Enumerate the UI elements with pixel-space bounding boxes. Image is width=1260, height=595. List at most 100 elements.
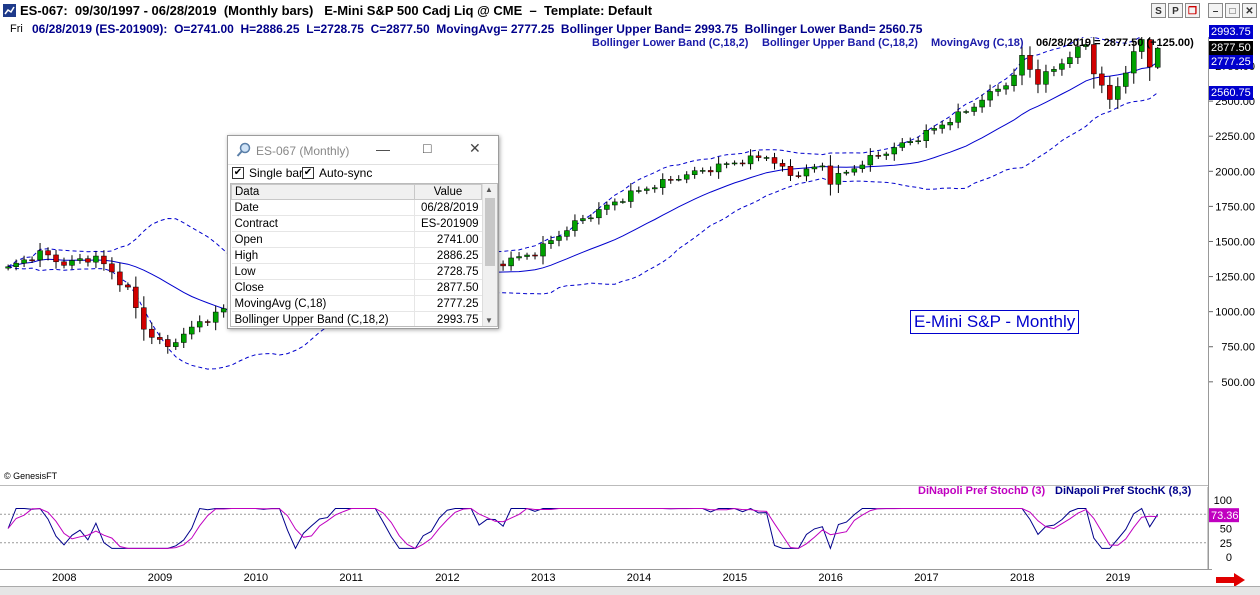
window-titlebar: ES-067: 09/30/1997 - 06/28/2019 (Monthly…	[0, 0, 1260, 23]
candle-body	[45, 250, 51, 256]
data-row[interactable]: Date 06/28/2019	[231, 199, 482, 216]
auto-sync-option[interactable]: ✔ Auto-sync	[302, 166, 372, 180]
stochastic-pane[interactable]: 100755025073.36	[0, 487, 1260, 569]
candle-body	[675, 178, 682, 181]
candle-body	[1019, 55, 1025, 76]
candle-body	[660, 179, 666, 188]
candle-body	[500, 263, 506, 267]
minimize-button[interactable]: –	[1208, 3, 1223, 18]
data-row[interactable]: High 2886.25	[231, 247, 482, 264]
detach-button[interactable]: ❐	[1185, 3, 1200, 18]
column-header-value[interactable]: Value	[414, 184, 482, 200]
copyright-text: © GenesisFT	[4, 471, 58, 481]
scroll-up-icon[interactable]: ▲	[485, 185, 493, 194]
data-grid-scrollbar[interactable]: ▲ ▼	[482, 184, 497, 326]
chart-watermark: E-Mini S&P - Monthly	[910, 310, 1080, 334]
column-header-data[interactable]: Data	[231, 184, 415, 200]
single-bar-option[interactable]: ✔ Single bar	[232, 166, 303, 180]
day-label: Fri	[10, 23, 23, 35]
candle-body	[524, 254, 530, 257]
candle-body	[220, 308, 227, 313]
candle-body	[204, 321, 211, 323]
year-label: 2016	[818, 572, 843, 584]
candle-body	[987, 91, 993, 101]
candle-body	[851, 168, 858, 173]
year-label: 2014	[626, 572, 652, 584]
candle-body	[803, 168, 810, 177]
scroll-right-arrow-icon[interactable]	[1216, 573, 1246, 587]
scroll-down-icon[interactable]: ▼	[485, 316, 493, 325]
legend-last-close: 06/28/2019 = 2877.50 (+125.00)	[1036, 37, 1194, 49]
candle-body	[644, 188, 650, 191]
data-row-label: Date	[231, 199, 415, 216]
auto-sync-checkbox[interactable]: ✔	[302, 167, 314, 179]
data-row[interactable]: Open 2741.00	[231, 231, 482, 248]
data-row-label: Bollinger Upper Band (C,18,2)	[231, 311, 415, 326]
close-button[interactable]: ✕	[1242, 3, 1257, 18]
year-label: 2017	[914, 572, 939, 584]
year-label: 2008	[52, 572, 77, 584]
stoch-axis-label: 0	[1226, 552, 1232, 564]
candle-body	[915, 140, 921, 143]
candle-body	[811, 166, 818, 170]
candle-body	[947, 122, 953, 126]
stoch-axis-label: 100	[1214, 495, 1232, 507]
candle-body	[69, 260, 75, 266]
candle-body	[891, 147, 898, 155]
candle-body	[580, 218, 586, 221]
candle-body	[963, 111, 969, 113]
candle-body	[755, 155, 762, 158]
candle-body	[1067, 57, 1073, 64]
price-chart[interactable]: 3500.003250.003000.002750.002500.002250.…	[0, 37, 1260, 485]
data-row[interactable]: Low 2728.75	[231, 263, 482, 280]
year-label: 2015	[722, 572, 748, 584]
price-axis-label: 1000.00	[1215, 307, 1255, 319]
data-row[interactable]: Bollinger Upper Band (C,18,2) 2993.75	[231, 311, 482, 326]
candle-body	[21, 259, 27, 264]
candle-body	[5, 266, 11, 269]
data-window-titlebar[interactable]: ES-067 (Monthly) — □ ✕	[228, 136, 498, 165]
data-window-minimize-button[interactable]: —	[376, 141, 390, 157]
candle-body	[620, 201, 626, 203]
candle-body	[564, 230, 570, 237]
candle-body	[923, 130, 929, 142]
candle-body	[723, 163, 730, 165]
candle-body	[1123, 72, 1129, 87]
candle-body	[532, 254, 538, 257]
candle-body	[588, 217, 594, 220]
data-window-close-button[interactable]: ✕	[469, 140, 481, 157]
single-bar-label: Single bar	[249, 166, 304, 180]
year-label: 2009	[147, 572, 173, 584]
data-row-value: 2993.75	[414, 311, 482, 326]
candle-body	[747, 155, 754, 165]
p-button[interactable]: P	[1168, 3, 1183, 18]
data-row[interactable]: MovingAvg (C,18) 2777.25	[231, 295, 482, 312]
candle-body	[173, 342, 179, 347]
candle-body	[636, 190, 642, 192]
maximize-button[interactable]: □	[1225, 3, 1240, 18]
data-window-maximize-button[interactable]: □	[423, 140, 431, 156]
candle-body	[212, 311, 219, 323]
candle-body	[827, 165, 834, 185]
single-bar-checkbox[interactable]: ✔	[232, 167, 244, 179]
candle-body	[795, 175, 802, 177]
s-button[interactable]: S	[1151, 3, 1166, 18]
candle-body	[707, 170, 714, 173]
price-axis-label: 2000.00	[1215, 166, 1255, 178]
candle-body	[165, 339, 171, 347]
candle-body	[859, 164, 866, 169]
data-grid[interactable]: Data Value Date 06/28/2019 Contract ES-2019…	[230, 183, 498, 327]
price-tag: 2877.50	[1209, 41, 1253, 56]
candle-body	[771, 157, 778, 164]
data-row-value: 2877.50	[414, 279, 482, 296]
scroll-thumb[interactable]	[485, 198, 495, 266]
price-axis-label: 500.00	[1221, 377, 1255, 389]
year-label: 2018	[1010, 572, 1035, 584]
data-window[interactable]: ES-067 (Monthly) — □ ✕ ✔ Single bar ✔ Au…	[227, 135, 499, 329]
data-row[interactable]: Close 2877.50	[231, 279, 482, 296]
candle-body	[1107, 84, 1113, 100]
stochk-legend: DiNapoli Pref StochK (8,3)	[1055, 485, 1192, 497]
data-row[interactable]: Contract ES-201909	[231, 215, 482, 232]
price-tag: 2560.75	[1209, 85, 1253, 100]
price-axis-label: 2250.00	[1215, 131, 1255, 143]
